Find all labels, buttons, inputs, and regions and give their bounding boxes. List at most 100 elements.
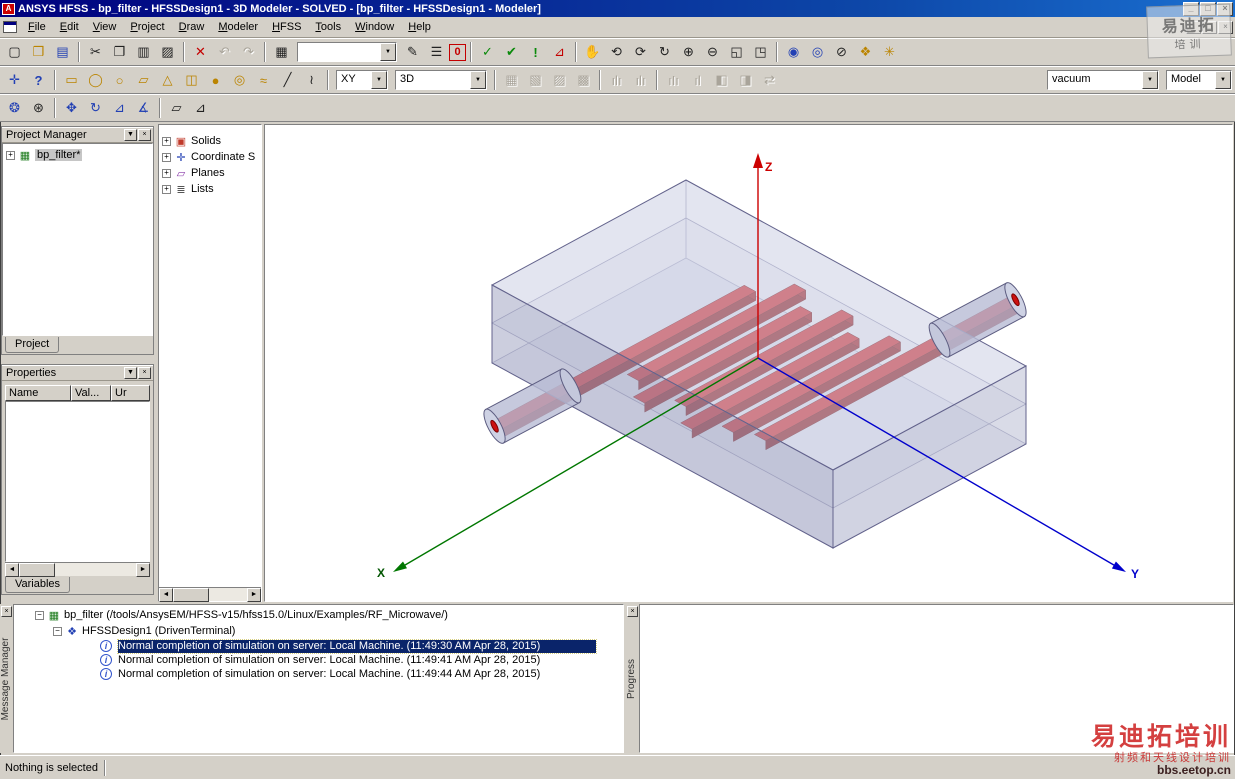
chevron-down-icon[interactable]: ▼ <box>1215 71 1231 89</box>
snap-mode-icon[interactable]: ⊛ <box>27 97 50 119</box>
print-icon[interactable]: ▨ <box>156 41 179 63</box>
menu-draw[interactable]: Draw <box>172 19 212 35</box>
draw-torus-icon[interactable]: ◎ <box>228 69 251 91</box>
lists-label[interactable]: Lists <box>191 183 214 195</box>
expander-icon[interactable]: − <box>35 611 44 620</box>
minimize-button[interactable]: _ <box>1183 2 1199 16</box>
window-layout-icon[interactable]: ▦ <box>270 41 293 63</box>
tab-project[interactable]: Project <box>5 337 59 353</box>
scroll-thumb[interactable] <box>173 588 209 602</box>
coordinate-system-icon[interactable]: ✛ <box>3 69 26 91</box>
material-sphere-icon[interactable]: ❂ <box>3 97 26 119</box>
rotate-model-center-icon[interactable]: ⟲ <box>605 41 628 63</box>
toolbar-edit-input[interactable] <box>298 43 380 61</box>
expander-icon[interactable]: + <box>6 151 15 160</box>
context-help-icon[interactable]: ? <box>27 69 50 91</box>
solids-label[interactable]: Solids <box>191 135 221 147</box>
scroll-right-icon[interactable]: ► <box>247 588 261 602</box>
modeler-tree-hscrollbar[interactable]: ◄ ► <box>159 587 261 601</box>
scroll-thumb[interactable] <box>19 563 55 577</box>
tree-node-project[interactable]: + ▦ bp_filter* <box>3 147 152 163</box>
message-root-label[interactable]: bp_filter (/tools/AnsysEM/HFSS-v15/hfss1… <box>64 609 448 621</box>
cut-icon[interactable]: ✂ <box>84 41 107 63</box>
mirror-duplicate-icon[interactable]: ◧ <box>710 69 733 91</box>
message-design-node[interactable]: − ❖ HFSSDesign1 (DrivenTerminal) <box>14 623 623 639</box>
model-combo[interactable]: Model ▼ <box>1166 70 1232 90</box>
scroll-right-icon[interactable]: ► <box>136 563 150 577</box>
planes-label[interactable]: Planes <box>191 167 225 179</box>
expander-icon[interactable]: + <box>162 153 171 162</box>
message-item[interactable]: i Normal completion of simulation on ser… <box>14 654 623 667</box>
delete-icon[interactable]: ✕ <box>189 41 212 63</box>
mdi-minimize-button[interactable]: _ <box>1186 21 1201 34</box>
tab-variables[interactable]: Variables <box>5 577 70 593</box>
project-node-label[interactable]: bp_filter* <box>35 149 82 161</box>
chevron-down-icon[interactable]: ▼ <box>380 43 396 61</box>
distribute-icon[interactable]: ıIı <box>662 69 685 91</box>
paste-icon[interactable]: ▥ <box>132 41 155 63</box>
maximize-button[interactable]: □ <box>1200 2 1216 16</box>
scroll-left-icon[interactable]: ◄ <box>5 563 19 577</box>
project-manager-titlebar[interactable]: Project Manager ▼ × <box>2 127 153 143</box>
modeler-viewport[interactable]: Z X Y <box>264 124 1233 602</box>
redo-icon[interactable]: ↷ <box>237 41 260 63</box>
zoom-window-icon[interactable]: ◱ <box>725 41 748 63</box>
lighting-icon[interactable]: ✳ <box>878 41 901 63</box>
boolean-subtract-icon[interactable]: ▧ <box>524 69 547 91</box>
draw-rectangle-icon[interactable]: ▭ <box>60 69 83 91</box>
message-design-label[interactable]: HFSSDesign1 (DrivenTerminal) <box>82 625 235 637</box>
material-combo[interactable]: vacuum ▼ <box>1047 70 1159 90</box>
menu-hfss[interactable]: HFSS <box>265 19 308 35</box>
show-hide-plane-icon[interactable]: ⊘ <box>830 41 853 63</box>
scroll-track[interactable] <box>19 563 136 577</box>
hide-selection-icon[interactable]: ◎ <box>806 41 829 63</box>
expander-icon[interactable]: + <box>162 169 171 178</box>
message-text-selected[interactable]: Normal completion of simulation on serve… <box>118 640 596 653</box>
close-button[interactable]: × <box>1217 2 1233 16</box>
fit-all-icon[interactable]: ◳ <box>749 41 772 63</box>
measure-length-icon[interactable]: ⊿ <box>189 97 212 119</box>
face-cs-icon[interactable]: ⊿ <box>108 97 131 119</box>
tree-node-solids[interactable]: + ▣ Solids <box>159 133 261 149</box>
menu-window[interactable]: Window <box>348 19 401 35</box>
boolean-intersect-icon[interactable]: ▨ <box>548 69 571 91</box>
draw-polyline-icon[interactable]: ╱ <box>276 69 299 91</box>
dock-arrow-icon[interactable]: ▼ <box>124 367 137 379</box>
menu-view[interactable]: View <box>86 19 124 35</box>
message-root-node[interactable]: − ▦ bp_filter (/tools/AnsysEM/HFSS-v15/h… <box>14 607 623 623</box>
drawing-plane-combo[interactable]: XY ▼ <box>336 70 388 90</box>
dock-arrow-icon[interactable]: ▼ <box>124 129 137 141</box>
analyze-all-icon[interactable]: ! <box>524 41 547 63</box>
zoom-in-icon[interactable]: ⊕ <box>677 41 700 63</box>
rotate-screen-center-icon[interactable]: ⟳ <box>629 41 652 63</box>
scroll-left-icon[interactable]: ◄ <box>159 588 173 602</box>
properties-hscrollbar[interactable]: ◄ ► <box>5 562 150 576</box>
mdi-restore-button[interactable]: □ <box>1202 21 1217 34</box>
boolean-unite-icon[interactable]: ▦ <box>500 69 523 91</box>
measure-angle-icon[interactable]: ∡ <box>132 97 155 119</box>
menu-file[interactable]: File <box>21 19 53 35</box>
draw-sphere-icon[interactable]: ● <box>204 69 227 91</box>
undo-icon[interactable]: ↶ <box>213 41 236 63</box>
mdi-close-button[interactable]: × <box>1218 21 1233 34</box>
move-origin-icon[interactable]: ✥ <box>60 97 83 119</box>
draw-regular-polygon-icon[interactable]: ▱ <box>132 69 155 91</box>
tree-node-lists[interactable]: + ≣ Lists <box>159 181 261 197</box>
column-value[interactable]: Val... <box>71 385 111 401</box>
solve-inside-icon[interactable]: 0 <box>449 44 466 61</box>
menu-help[interactable]: Help <box>401 19 438 35</box>
chevron-down-icon[interactable]: ▼ <box>371 71 387 89</box>
close-icon[interactable]: × <box>138 129 151 141</box>
close-icon[interactable]: × <box>138 367 151 379</box>
expander-icon[interactable]: + <box>162 185 171 194</box>
menu-project[interactable]: Project <box>123 19 171 35</box>
properties-titlebar[interactable]: Properties ▼ × <box>2 365 153 381</box>
tree-node-planes[interactable]: + ▱ Planes <box>159 165 261 181</box>
selection-mode-combo[interactable]: 3D ▼ <box>395 70 487 90</box>
swap-icon[interactable]: ⇄ <box>758 69 781 91</box>
airbox[interactable] <box>492 180 1026 548</box>
message-text[interactable]: Normal completion of simulation on serve… <box>118 654 596 667</box>
menu-tools[interactable]: Tools <box>308 19 348 35</box>
tree-node-coordinate-systems[interactable]: + ✛ Coordinate S <box>159 149 261 165</box>
chevron-down-icon[interactable]: ▼ <box>470 71 486 89</box>
